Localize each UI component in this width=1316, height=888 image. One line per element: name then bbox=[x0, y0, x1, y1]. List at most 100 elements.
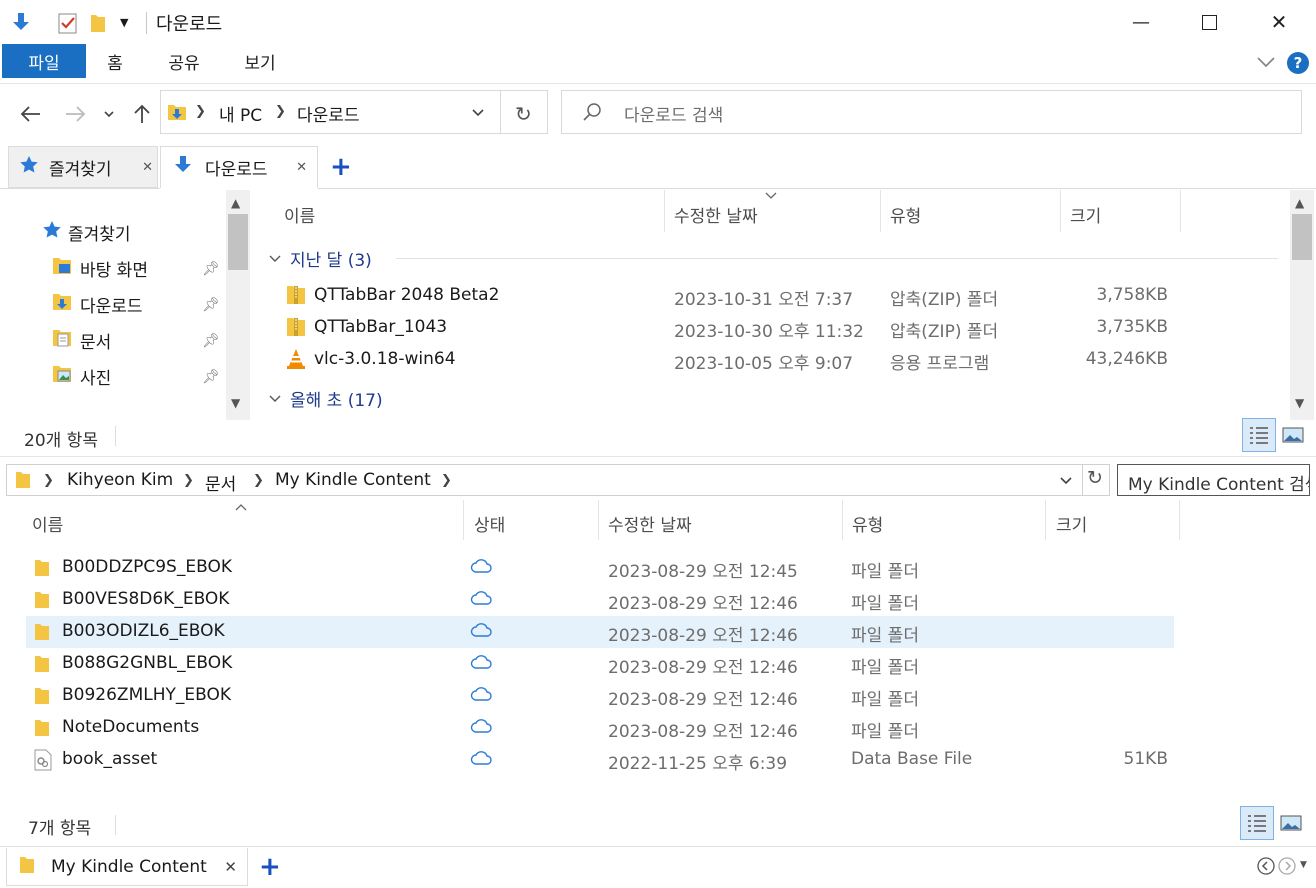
table-row[interactable]: NoteDocuments 2023-08-29 오전 12:46 파일 폴더 bbox=[26, 712, 1174, 744]
tab-scroll-left-icon[interactable] bbox=[1257, 857, 1275, 879]
pin-icon[interactable]: 📌︎ bbox=[202, 369, 220, 385]
file-size: 3,735KB bbox=[1096, 317, 1168, 337]
file-date: 2023-10-05 오후 9:07 bbox=[674, 354, 854, 374]
divider bbox=[0, 188, 160, 189]
large-icons-view-button[interactable] bbox=[1274, 806, 1308, 840]
column-header-type[interactable]: 유형 bbox=[890, 202, 921, 227]
nav-item-downloads[interactable]: 다운로드 📌︎ bbox=[52, 292, 224, 317]
table-row[interactable]: B088G2GNBL_EBOK 2023-08-29 오전 12:46 파일 폴… bbox=[26, 648, 1174, 680]
add-tab-button[interactable]: + bbox=[259, 852, 281, 882]
close-tab-icon[interactable]: ✕ bbox=[296, 160, 307, 175]
new-folder-icon[interactable] bbox=[90, 13, 106, 37]
close-tab-icon[interactable]: ✕ bbox=[142, 160, 153, 175]
address-dropdown-icon[interactable] bbox=[1059, 473, 1073, 492]
divider bbox=[880, 190, 881, 232]
tab-view[interactable]: 보기 bbox=[232, 44, 288, 78]
expand-ribbon-icon[interactable] bbox=[1256, 54, 1276, 73]
breadcrumb-this-pc[interactable]: 내 PC bbox=[219, 101, 262, 126]
pin-icon[interactable]: 📌︎ bbox=[202, 261, 220, 277]
search-box-secondary[interactable]: My Kindle Content 검색 bbox=[1117, 464, 1310, 496]
divider bbox=[115, 815, 116, 835]
breadcrumb-downloads[interactable]: 다운로드 bbox=[297, 101, 360, 126]
properties-icon[interactable] bbox=[58, 12, 78, 38]
list-item[interactable]: vlc-3.0.18-win64 2023-10-05 오후 9:07 응용 프… bbox=[250, 344, 1280, 376]
column-header-name[interactable]: 이름 bbox=[32, 511, 63, 536]
group-header-last-month[interactable]: 지난 달 (3) bbox=[268, 246, 372, 271]
column-header-date[interactable]: 수정한 날짜 bbox=[674, 202, 758, 227]
column-header-size[interactable]: 크기 bbox=[1070, 202, 1101, 227]
forward-button[interactable] bbox=[60, 100, 90, 128]
cloud-icon bbox=[470, 686, 492, 706]
scroll-up-icon[interactable]: ▲ bbox=[1295, 196, 1304, 210]
file-name: B003ODIZL6_EBOK bbox=[62, 621, 225, 641]
back-button[interactable] bbox=[16, 100, 46, 128]
refresh-icon[interactable]: ↻ bbox=[515, 102, 532, 126]
search-box[interactable]: 다운로드 검색 bbox=[561, 90, 1302, 134]
scroll-down-icon[interactable]: ▼ bbox=[231, 396, 240, 410]
maximize-button[interactable] bbox=[1174, 0, 1244, 44]
tab-scroll-right-icon[interactable] bbox=[1278, 857, 1296, 879]
search-placeholder: My Kindle Content 검색 bbox=[1128, 475, 1310, 495]
tab-favorites[interactable]: 즐겨찾기 ✕ bbox=[8, 146, 158, 188]
table-row[interactable]: B0926ZMLHY_EBOK 2023-08-29 오전 12:46 파일 폴… bbox=[26, 680, 1174, 712]
large-icons-view-button[interactable] bbox=[1276, 418, 1310, 452]
column-header-name[interactable]: 이름 bbox=[284, 202, 315, 227]
customize-qat-icon[interactable]: ▼ bbox=[120, 16, 128, 29]
nav-item-desktop[interactable]: 바탕 화면 📌︎ bbox=[52, 256, 224, 281]
table-row[interactable]: B00VES8D6K_EBOK 2023-08-29 오전 12:46 파일 폴… bbox=[26, 584, 1174, 616]
table-row[interactable]: B00DDZPC9S_EBOK 2023-08-29 오전 12:45 파일 폴… bbox=[26, 552, 1174, 584]
nav-item-documents[interactable]: 문서 📌︎ bbox=[52, 328, 224, 353]
zip-folder-icon bbox=[286, 316, 306, 342]
list-item[interactable]: QTTabBar_1043 2023-10-30 오후 11:32 압축(ZIP… bbox=[250, 312, 1280, 344]
database-file-icon bbox=[34, 749, 52, 775]
nav-item-label: 바탕 화면 bbox=[80, 261, 148, 281]
tab-menu-icon[interactable]: ▼ bbox=[1300, 860, 1307, 870]
refresh-icon[interactable]: ↻ bbox=[1087, 467, 1103, 489]
breadcrumb-documents[interactable]: 문서 bbox=[205, 470, 236, 495]
up-button[interactable] bbox=[128, 100, 156, 128]
minimize-button[interactable]: — bbox=[1106, 0, 1176, 44]
group-label: 지난 달 (3) bbox=[290, 251, 372, 271]
column-header-date[interactable]: 수정한 날짜 bbox=[608, 511, 692, 536]
scroll-up-icon[interactable]: ▲ bbox=[231, 196, 240, 210]
file-list-scrollbar[interactable]: ▲ ▼ bbox=[1290, 190, 1314, 420]
column-header-size[interactable]: 크기 bbox=[1056, 511, 1087, 536]
tab-label: 다운로드 bbox=[205, 160, 268, 180]
breadcrumb-user[interactable]: Kihyeon Kim bbox=[67, 470, 173, 490]
list-item[interactable]: QTTabBar 2048 Beta2 2023-10-31 오전 7:37 압… bbox=[250, 280, 1280, 312]
nav-pane-scrollbar[interactable]: ▲ ▼ bbox=[226, 190, 250, 420]
nav-item-favorites[interactable]: 즐겨찾기 bbox=[42, 220, 131, 245]
tab-kindle-content[interactable]: My Kindle Content ✕ bbox=[6, 848, 248, 886]
address-dropdown-icon[interactable] bbox=[471, 105, 485, 124]
recent-locations-icon[interactable] bbox=[102, 106, 116, 125]
table-row-selected[interactable]: B003ODIZL6_EBOK 2023-08-29 오전 12:46 파일 폴… bbox=[26, 616, 1174, 648]
scroll-down-icon[interactable]: ▼ bbox=[1295, 396, 1304, 410]
close-button[interactable]: ✕ bbox=[1244, 0, 1314, 44]
address-bar[interactable]: ❯ 내 PC ❯ 다운로드 ↻ bbox=[160, 90, 548, 134]
column-header-type[interactable]: 유형 bbox=[852, 511, 883, 536]
scrollbar-thumb[interactable] bbox=[1292, 214, 1312, 260]
close-tab-icon[interactable]: ✕ bbox=[224, 858, 237, 876]
nav-item-pictures[interactable]: 사진 📌︎ bbox=[52, 364, 224, 389]
add-tab-button[interactable]: + bbox=[330, 152, 352, 182]
tab-downloads[interactable]: 다운로드 ✕ bbox=[160, 146, 318, 188]
details-view-button[interactable] bbox=[1242, 418, 1276, 452]
column-header-status[interactable]: 상태 bbox=[474, 511, 505, 536]
scrollbar-thumb[interactable] bbox=[228, 214, 248, 270]
divider bbox=[500, 91, 501, 133]
address-bar-secondary[interactable]: ❯ Kihyeon Kim ❯ 문서 ❯ My Kindle Content ❯… bbox=[6, 464, 1110, 496]
tab-file[interactable]: 파일 bbox=[2, 44, 86, 78]
breadcrumb-chevron-icon: ❯ bbox=[183, 473, 194, 488]
download-arrow-icon[interactable] bbox=[10, 11, 32, 37]
table-row[interactable]: book_asset 2022-11-25 오후 6:39 Data Base … bbox=[26, 744, 1174, 776]
tab-share[interactable]: 공유 bbox=[156, 44, 212, 78]
help-icon[interactable]: ? bbox=[1287, 52, 1309, 74]
folder-icon bbox=[34, 718, 50, 742]
pin-icon[interactable]: 📌︎ bbox=[202, 333, 220, 349]
details-view-button[interactable] bbox=[1240, 806, 1274, 840]
breadcrumb-kindle[interactable]: My Kindle Content bbox=[275, 470, 431, 490]
group-header-earlier-this-year[interactable]: 올해 초 (17) bbox=[268, 386, 383, 411]
tab-home[interactable]: 홈 bbox=[92, 44, 138, 78]
pin-icon[interactable]: 📌︎ bbox=[202, 297, 220, 313]
file-name: B088G2GNBL_EBOK bbox=[62, 653, 233, 673]
